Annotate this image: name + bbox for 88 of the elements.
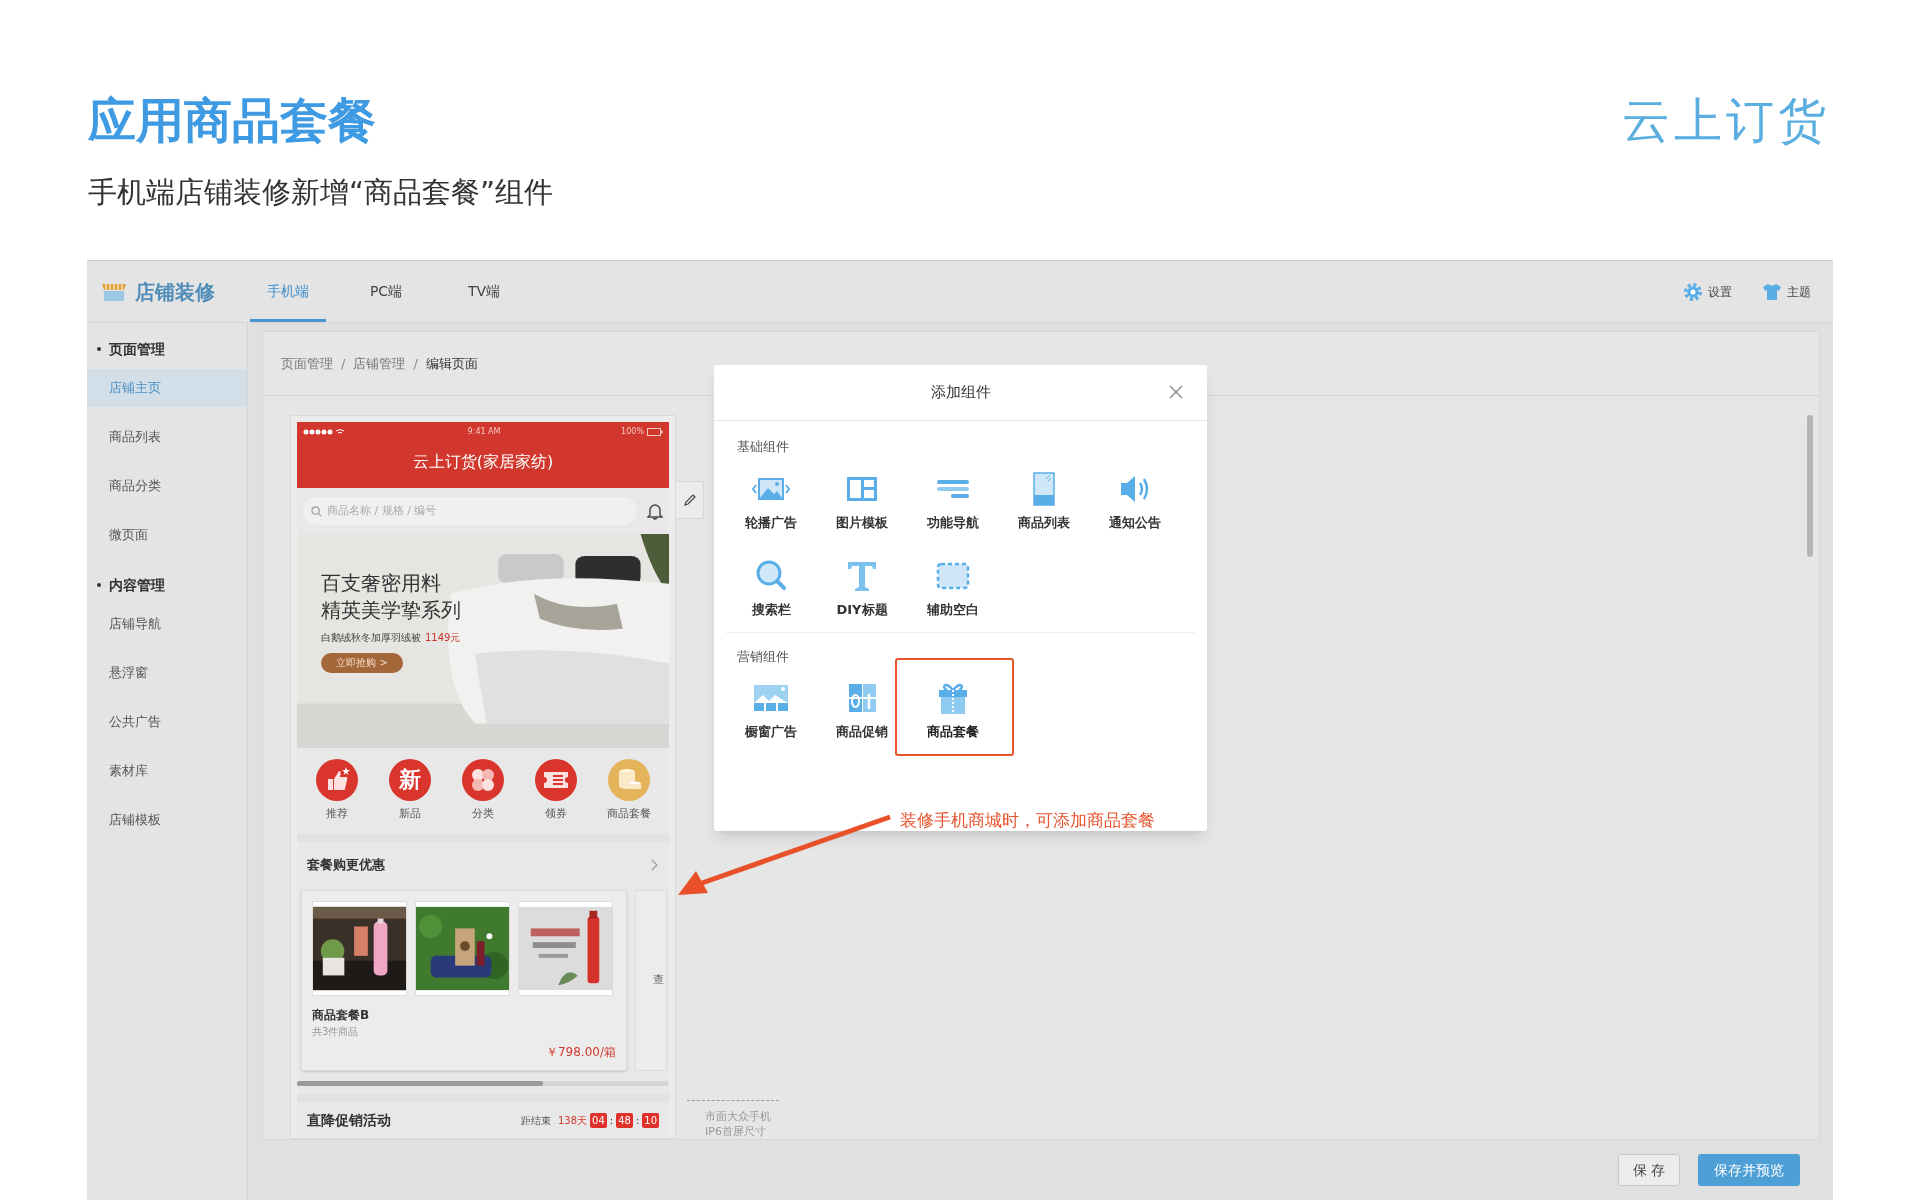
component-option[interactable]: 商品套餐 — [927, 722, 979, 742]
slide-title: 应用商品套餐 — [88, 91, 376, 150]
banner-caption: 白鹅绒秋冬加厚羽绒被 — [321, 630, 421, 645]
sidebar-item[interactable]: 素材库 — [87, 752, 247, 790]
component-option[interactable]: 商品列表 — [1018, 512, 1070, 532]
bullet-icon — [97, 583, 101, 587]
bundle-price: ￥798.00/箱 — [545, 1043, 616, 1061]
banner-headline: 百支奢密用料 — [321, 569, 442, 597]
sidebar-item[interactable]: 商品分类 — [87, 467, 247, 505]
countdown-separator: : — [609, 1113, 614, 1128]
settings-button[interactable]: 设置 — [1683, 281, 1732, 302]
storefront-icon — [101, 281, 127, 302]
section-heading: 页面管理 — [109, 339, 165, 359]
tab[interactable]: PC端 — [348, 261, 424, 322]
brand-logo: 云上订货 — [1622, 91, 1830, 150]
countdown-digits: 10 — [642, 1112, 659, 1128]
next-card[interactable]: 查 — [635, 889, 667, 1072]
breadcrumb-item[interactable]: 店铺管理 — [353, 353, 406, 374]
tab[interactable]: TV端 — [446, 261, 522, 322]
section-title: 套餐购更优惠 — [307, 856, 385, 875]
component-option[interactable]: 功能导航 — [927, 512, 979, 532]
component-option[interactable]: 搜索栏 — [751, 600, 791, 620]
sidebar-item[interactable]: 店铺导航 — [87, 605, 247, 643]
dialog-title: 添加组件 — [930, 382, 991, 404]
breadcrumb-item: 编辑页面 — [425, 354, 478, 373]
bundle-name: 商品套餐B — [312, 1006, 371, 1024]
four-petal-icon — [462, 759, 504, 802]
breadcrumb-separator: / — [341, 354, 346, 373]
group-label: 营销组件 — [736, 647, 790, 666]
banner-price: 1149元 — [425, 630, 461, 645]
countdown-digits: 48 — [616, 1112, 633, 1128]
group-label: 基础组件 — [736, 438, 790, 456]
nav-label[interactable]: 领券 — [544, 806, 567, 823]
edit-button[interactable] — [676, 481, 704, 519]
countdown-digits: 04 — [590, 1112, 607, 1128]
nav-label[interactable]: 新品 — [399, 806, 422, 823]
component-option[interactable]: 通知公告 — [1109, 512, 1161, 532]
nav-label[interactable]: 分类 — [472, 806, 494, 823]
shirt-icon — [1762, 281, 1782, 302]
signal-icon — [303, 428, 347, 436]
battery-level: 100% — [621, 426, 644, 438]
size-note: IP6首屏尺寸 — [705, 1124, 767, 1139]
battery-icon — [647, 428, 663, 436]
sidebar-item[interactable]: 悬浮窗 — [87, 654, 247, 692]
theme-button[interactable]: 主题 — [1762, 281, 1811, 302]
ticket-icon — [534, 759, 577, 802]
banner-headline: 精英美学挚系列 — [321, 596, 462, 624]
component-option[interactable]: DIY标题 — [836, 600, 888, 620]
component-option[interactable]: 轮播广告 — [745, 512, 797, 532]
bullet-icon — [97, 347, 101, 351]
countdown-label: 距结束 — [520, 1113, 551, 1128]
breadcrumb-separator: / — [413, 354, 418, 373]
pencil-icon — [682, 493, 697, 507]
slide-subtitle: 手机端店铺装修新增“商品套餐”组件 — [88, 174, 555, 211]
sidebar-item[interactable]: 店铺模板 — [87, 801, 247, 839]
close-icon — [1169, 385, 1183, 399]
component-option[interactable]: 辅助空白 — [927, 600, 979, 620]
scrollbar[interactable] — [1807, 415, 1813, 557]
section-title: 直降促销活动 — [307, 1110, 391, 1130]
coin-stack-icon — [607, 759, 650, 802]
status-time: 9:41 AM — [467, 426, 501, 438]
bundle-card[interactable]: 商品套餐B 共3件商品 ￥798.00/箱 — [301, 889, 627, 1072]
section-heading: 内容管理 — [109, 575, 165, 595]
sidebar-item[interactable]: 微页面 — [87, 516, 247, 554]
nav-label[interactable]: 商品套餐 — [606, 806, 651, 823]
close-button[interactable] — [1167, 383, 1185, 401]
settings-icon — [1683, 281, 1703, 302]
breadcrumb-item[interactable]: 页面管理 — [281, 353, 333, 374]
component-option[interactable]: 橱窗广告 — [745, 722, 797, 742]
item-count: 共3件商品 — [312, 1024, 360, 1039]
new-badge-icon: 新 — [389, 759, 432, 802]
annotation-text: 装修手机商城时，可添加商品套餐 — [900, 809, 1155, 832]
save-button[interactable]: 保 存 — [1617, 1154, 1680, 1186]
countdown-separator: : — [635, 1113, 640, 1128]
sidebar-item[interactable]: 商品列表 — [87, 418, 247, 456]
chevron-right-icon[interactable] — [651, 858, 659, 871]
nav-label[interactable]: 推荐 — [326, 806, 349, 823]
search-icon — [311, 505, 322, 517]
bell-icon[interactable] — [647, 501, 663, 520]
app-title: 店铺装修 — [135, 278, 215, 306]
size-note: 市面大众手机 — [705, 1109, 772, 1124]
store-title: 云上订货(家居家纺) — [411, 451, 555, 473]
thumbs-up-icon — [316, 759, 359, 802]
countdown-days: 138天 — [557, 1112, 588, 1128]
sidebar-item[interactable]: 公共广告 — [87, 703, 247, 741]
component-option[interactable]: 图片模板 — [836, 512, 888, 532]
scrollbar[interactable] — [297, 1081, 669, 1087]
component-option[interactable]: 商品促销 — [836, 722, 888, 742]
